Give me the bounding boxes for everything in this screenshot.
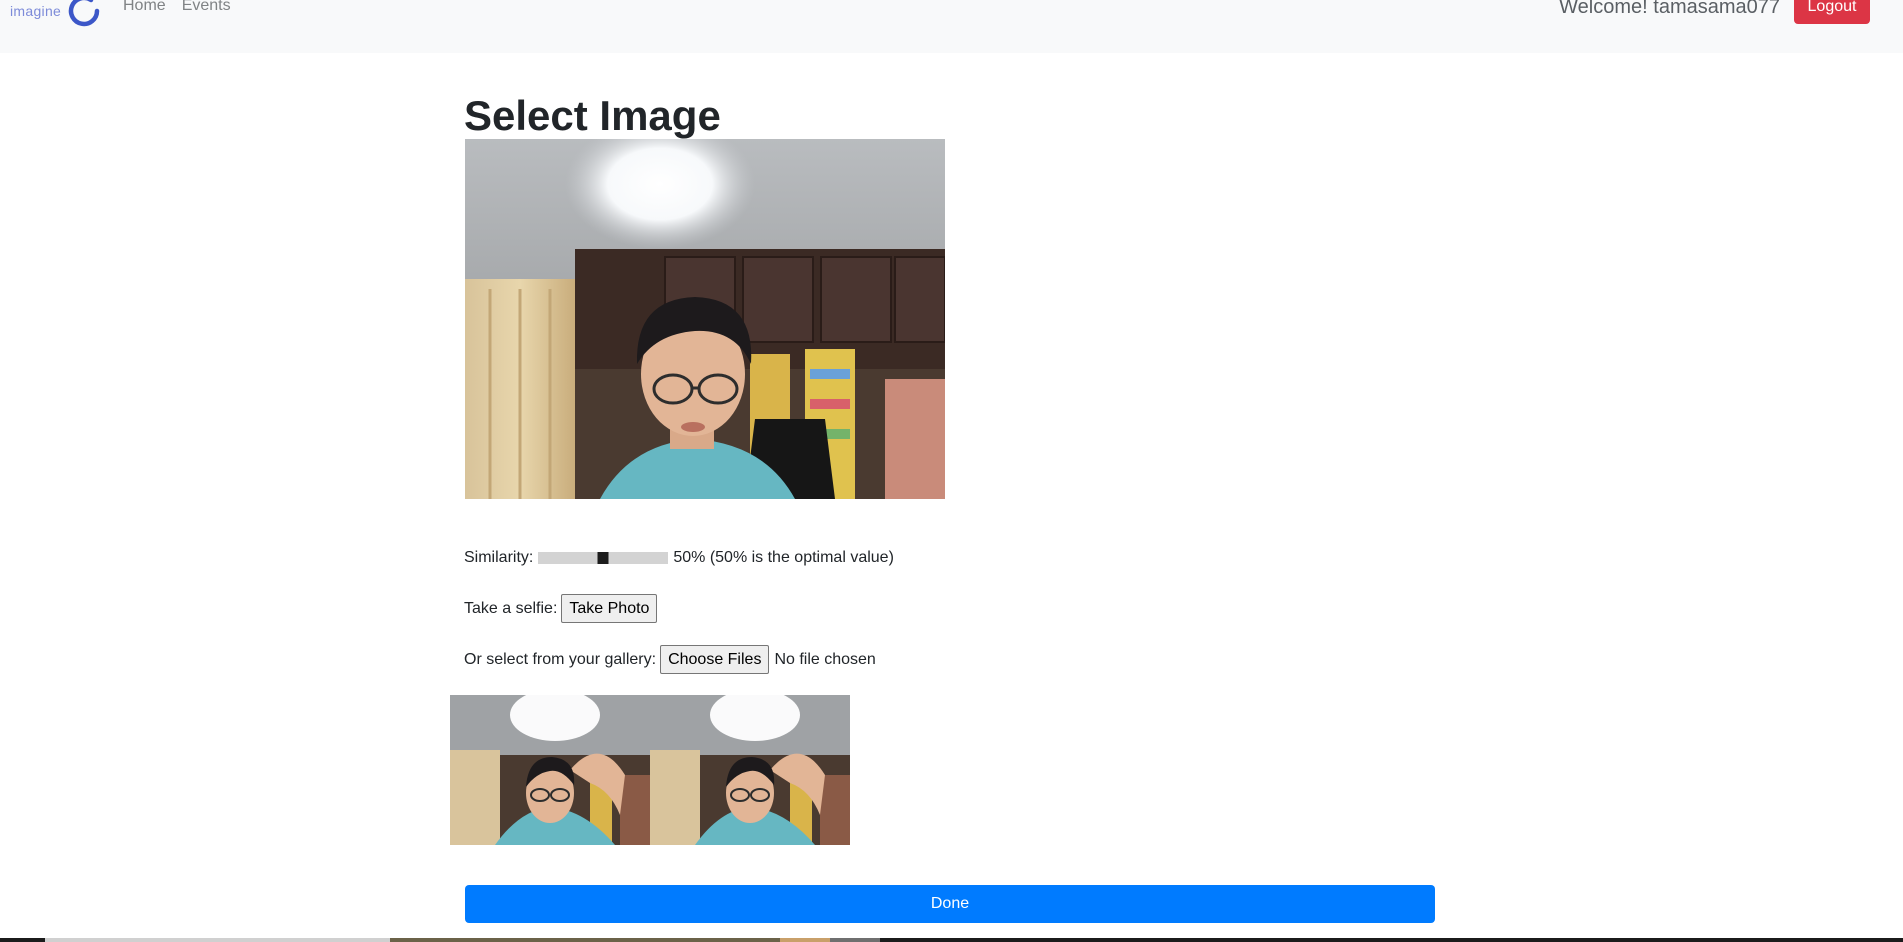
selfie-row: Take a selfie: Take Photo: [464, 594, 658, 623]
captured-thumbnail[interactable]: [450, 689, 650, 845]
brand-name: imagine: [10, 3, 62, 19]
logout-button[interactable]: Logout: [1794, 0, 1870, 24]
webcam-preview: [465, 139, 945, 499]
captured-thumbnails: [450, 689, 850, 845]
similarity-value: 50% (50% is the optimal value): [673, 549, 894, 566]
page-title: Select Image: [464, 92, 721, 139]
nav-link-home[interactable]: Home: [123, 0, 166, 15]
navbar: imagine Home Events Welcome! tamasama077…: [0, 0, 1903, 53]
gallery-label: Or select from your gallery:: [464, 650, 657, 668]
nav-links: Home Events: [123, 0, 231, 15]
similarity-row: Similarity: 50% (50% is the optimal valu…: [464, 547, 894, 569]
captured-thumbnail[interactable]: [650, 689, 850, 845]
brand-ring-icon: [68, 0, 100, 27]
nav-link-events[interactable]: Events: [182, 0, 231, 15]
similarity-label: Similarity:: [464, 549, 534, 566]
welcome-message: Welcome! tamasama077: [1559, 0, 1780, 18]
similarity-slider-thumb[interactable]: [597, 552, 609, 564]
take-photo-button[interactable]: Take Photo: [561, 594, 658, 623]
choose-files-button[interactable]: Choose Files: [660, 645, 770, 674]
done-button[interactable]: Done: [465, 885, 1435, 923]
similarity-slider[interactable]: [538, 552, 669, 564]
selfie-label: Take a selfie:: [464, 599, 558, 617]
gallery-row: Or select from your gallery: Choose File…: [464, 645, 876, 674]
brand-logo-link[interactable]: imagine: [10, 0, 101, 27]
file-status: No file chosen: [774, 650, 876, 668]
taskbar-strip: [0, 938, 1903, 942]
